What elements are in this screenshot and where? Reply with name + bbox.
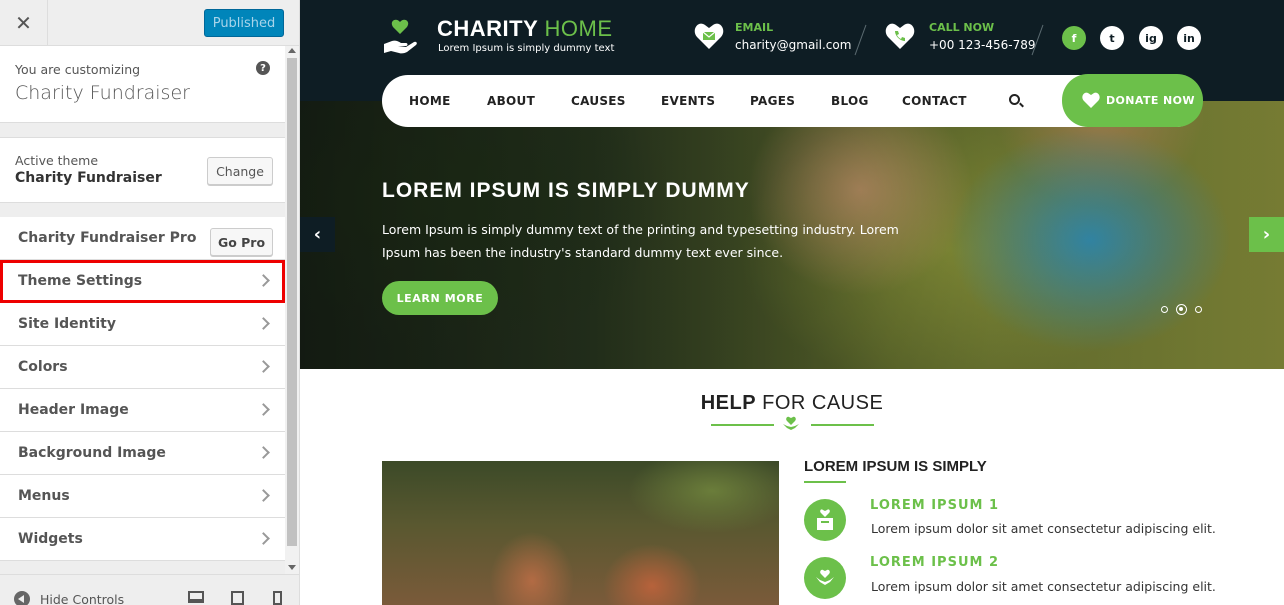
- section-site-identity[interactable]: Site Identity: [0, 303, 285, 346]
- close-icon: ✕: [15, 11, 32, 35]
- chevron-right-icon: [257, 532, 270, 545]
- section-widgets[interactable]: Widgets: [0, 518, 285, 561]
- slider-next-button[interactable]: ›: [1249, 217, 1284, 252]
- twitter-icon[interactable]: t: [1100, 26, 1124, 50]
- donate-label: DONATE NOW: [1106, 94, 1195, 107]
- phone-heart-icon: [885, 23, 915, 49]
- section-header-image[interactable]: Header Image: [0, 389, 285, 432]
- email-heart-icon: [694, 23, 724, 49]
- chevron-right-icon: [257, 274, 270, 287]
- nav-about[interactable]: ABOUT: [487, 94, 535, 108]
- section-background-image[interactable]: Background Image: [0, 432, 285, 475]
- slider-dot-active[interactable]: [1176, 304, 1187, 315]
- learn-more-button[interactable]: LEARN MORE: [382, 281, 498, 315]
- nav-events[interactable]: EVENTS: [661, 94, 715, 108]
- section-title: HELP FOR CAUSE: [300, 392, 1284, 415]
- nav-contact[interactable]: CONTACT: [902, 94, 967, 108]
- title-divider-left: [711, 424, 774, 426]
- section-label: Colors: [18, 359, 68, 375]
- hero-title: LOREM IPSUM IS SIMPLY DUMMY: [382, 179, 750, 202]
- section-label: Header Image: [18, 402, 129, 418]
- nav-pages[interactable]: PAGES: [750, 94, 795, 108]
- logo-title-main: CHARITY: [437, 16, 538, 41]
- nav-home[interactable]: HOME: [409, 94, 451, 108]
- email-label: EMAIL: [735, 21, 774, 34]
- cause-photo: [382, 461, 779, 605]
- heart-hands-icon: [783, 416, 799, 430]
- close-customizer-button[interactable]: ✕: [0, 0, 48, 46]
- instagram-icon[interactable]: ig: [1139, 26, 1163, 50]
- donate-now-button[interactable]: DONATE NOW: [1062, 74, 1203, 127]
- change-theme-button[interactable]: Change: [207, 157, 273, 185]
- desktop-preview-icon[interactable]: [188, 591, 204, 603]
- help-icon[interactable]: ?: [256, 61, 270, 75]
- section-theme-settings[interactable]: Theme Settings: [0, 260, 285, 303]
- publish-button[interactable]: Published: [204, 9, 284, 37]
- logo-title[interactable]: CHARITY HOME: [437, 16, 613, 42]
- tablet-preview-icon[interactable]: [231, 591, 244, 605]
- facebook-icon[interactable]: f: [1062, 26, 1086, 50]
- search-icon[interactable]: [1009, 94, 1020, 105]
- go-pro-button[interactable]: Go Pro: [210, 228, 273, 256]
- hero-text: Lorem Ipsum is simply dummy text of the …: [382, 222, 899, 260]
- site-preview: CHARITY HOME Lorem Ipsum is simply dummy…: [300, 0, 1284, 605]
- logo-title-accent: HOME: [544, 16, 613, 41]
- feature-title: LOREM IPSUM 2: [870, 555, 1000, 570]
- customizer-sidebar: ✕ Published You are customizing Charity …: [0, 0, 300, 605]
- hide-controls-icon[interactable]: [14, 591, 30, 605]
- hands-heart-icon: [804, 557, 846, 599]
- feature-text: Lorem ipsum dolor sit amet consectetur a…: [871, 521, 1216, 536]
- active-theme-label: Active theme: [15, 153, 99, 168]
- section-colors[interactable]: Colors: [0, 346, 285, 389]
- section-menus[interactable]: Menus: [0, 475, 285, 518]
- feature-title: LOREM IPSUM 1: [870, 498, 1000, 513]
- heart-icon: [1082, 92, 1100, 108]
- email-value[interactable]: charity@gmail.com: [735, 38, 851, 52]
- section-label: Background Image: [18, 445, 166, 461]
- cause-heading: LOREM IPSUM IS SIMPLY: [804, 458, 987, 475]
- logo-tagline: Lorem Ipsum is simply dummy text: [438, 43, 615, 54]
- scroll-down-icon[interactable]: [288, 565, 296, 570]
- site-name: Charity Fundraiser: [15, 82, 190, 104]
- sidebar-scrollbar[interactable]: [285, 46, 299, 574]
- call-label: CALL NOW: [929, 21, 995, 34]
- active-theme-panel: Active theme Charity Fundraiser Change: [0, 137, 285, 203]
- feature-text: Lorem ipsum dolor sit amet consectetur a…: [871, 579, 1216, 594]
- mobile-preview-icon[interactable]: [273, 591, 282, 605]
- customizer-sections: Charity Fundraiser Pro Go Pro Theme Sett…: [0, 217, 285, 561]
- title-divider-right: [811, 424, 874, 426]
- theme-name: Charity Fundraiser: [15, 170, 162, 186]
- nav-blog[interactable]: BLOG: [831, 94, 869, 108]
- call-value[interactable]: +00 123-456-789: [929, 38, 1036, 52]
- section-label: Widgets: [18, 531, 83, 547]
- customizer-footer: Hide Controls: [0, 574, 299, 605]
- chevron-right-icon: [257, 317, 270, 330]
- nav-causes[interactable]: CAUSES: [571, 94, 626, 108]
- section-label: Site Identity: [18, 316, 116, 332]
- pro-label: Charity Fundraiser Pro: [18, 230, 197, 246]
- section-label: Menus: [18, 488, 70, 504]
- slider-prev-button[interactable]: ‹: [300, 217, 335, 252]
- chevron-right-icon: [257, 446, 270, 459]
- cause-heading-underline: [804, 481, 846, 483]
- slider-dot[interactable]: [1161, 306, 1168, 313]
- pro-upsell-row: Charity Fundraiser Pro Go Pro: [0, 217, 285, 260]
- chevron-right-icon: [257, 489, 270, 502]
- customizing-label: You are customizing: [15, 62, 141, 77]
- scroll-thumb[interactable]: [287, 58, 297, 546]
- slider-dot[interactable]: [1195, 306, 1202, 313]
- customizer-header: ✕ Published: [0, 0, 299, 46]
- chevron-right-icon: [257, 360, 270, 373]
- linkedin-icon[interactable]: in: [1177, 26, 1201, 50]
- scroll-up-icon[interactable]: [288, 48, 296, 53]
- section-label: Theme Settings: [18, 273, 143, 289]
- customizer-info: You are customizing Charity Fundraiser ?: [0, 46, 285, 123]
- hide-controls-button[interactable]: Hide Controls: [40, 592, 124, 605]
- donation-box-icon: [804, 499, 846, 541]
- section-title-rest: FOR CAUSE: [762, 392, 884, 414]
- charity-logo-icon: [384, 19, 417, 54]
- chevron-right-icon: [257, 403, 270, 416]
- section-title-bold: HELP: [700, 392, 757, 414]
